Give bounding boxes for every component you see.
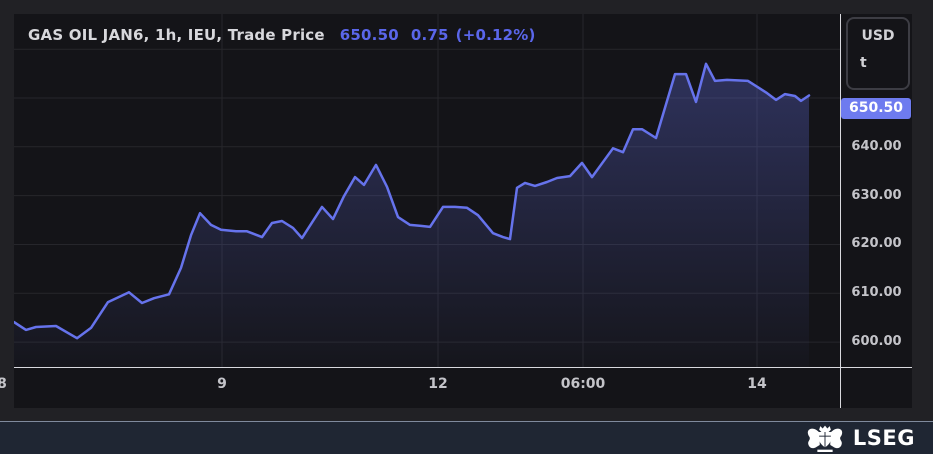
lseg-wordmark: LSEG [853, 428, 915, 449]
unit-measure-label: t [848, 55, 908, 71]
x-tick-label: 9 [217, 376, 227, 392]
last-price-badge: 650.50 [841, 98, 911, 119]
y-tick-label: 620.00 [841, 236, 912, 252]
chart-window: { "title": { "instrument": "GAS OIL JAN6… [0, 0, 933, 454]
last-price-text: 650.50 [340, 26, 399, 44]
x-axis-line [14, 367, 912, 368]
lseg-footer: LSEG [0, 421, 933, 454]
y-tick-label: 640.00 [841, 139, 912, 155]
y-tick-label: 610.00 [841, 285, 912, 301]
unit-currency-label: USD [848, 28, 908, 44]
x-tick-label: 12 [428, 376, 447, 392]
y-tick-label: 600.00 [841, 334, 912, 350]
unit-box: USD t [846, 17, 910, 90]
chart-title: GAS OIL JAN6, 1h, IEU, Trade Price 650.50… [28, 26, 536, 44]
chart-area: GAS OIL JAN6, 1h, IEU, Trade Price 650.50… [14, 14, 912, 408]
price-change-text: 0.75 [411, 26, 449, 44]
x-tick-label: 14 [747, 376, 766, 392]
x-tick-label: 06:00 [561, 376, 606, 392]
x-tick-label: 8 [0, 376, 7, 392]
instrument-label: GAS OIL JAN6, 1h, IEU, Trade Price [28, 26, 325, 44]
price-chart-plot[interactable] [14, 14, 840, 408]
lseg-crest-icon [806, 425, 844, 452]
price-area-fill [14, 64, 809, 367]
y-tick-label: 630.00 [841, 188, 912, 204]
price-change-pct-text: (+0.12%) [456, 26, 536, 44]
